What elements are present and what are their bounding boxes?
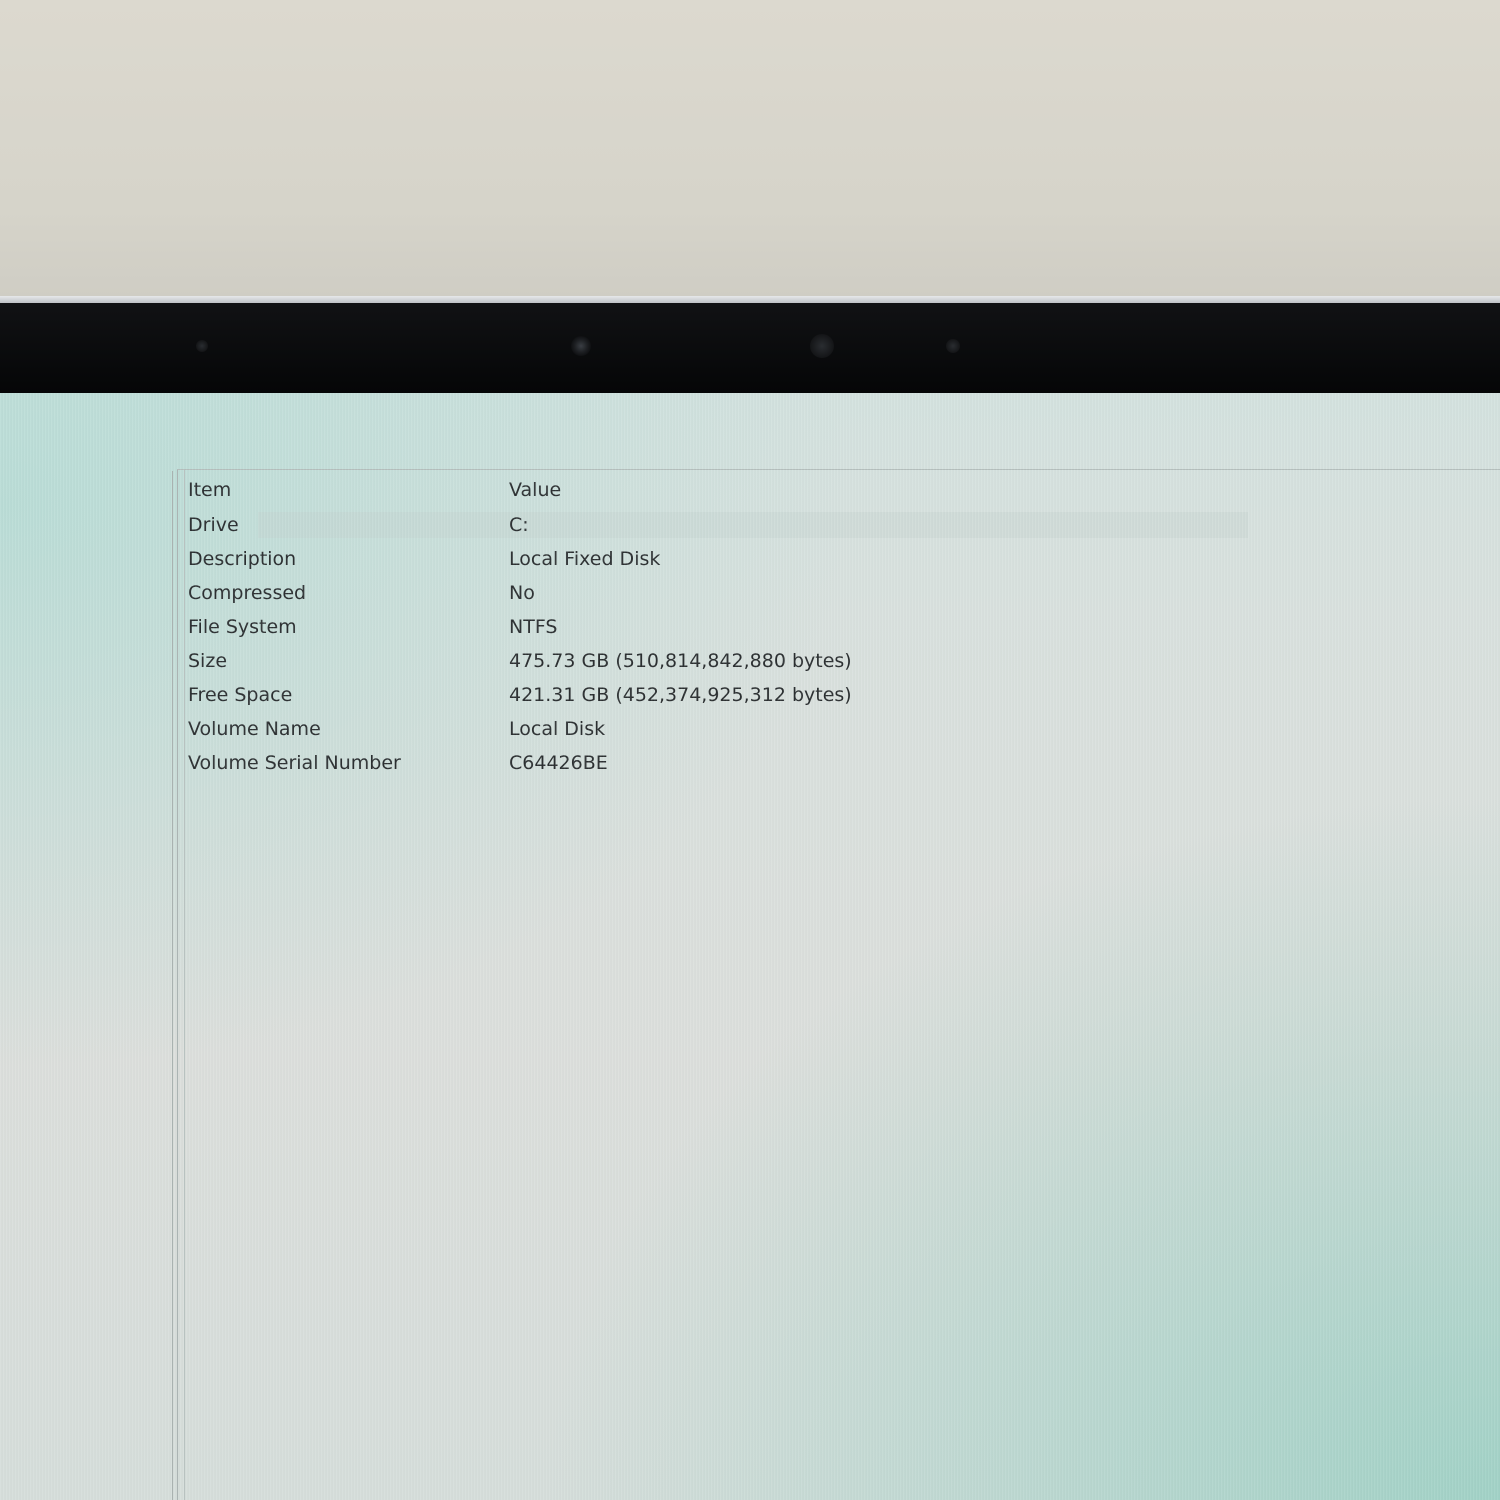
table-row-volume-name[interactable]: Volume Name Local Disk xyxy=(178,712,1478,746)
screen: Item Value Drive C: Description Local Fi… xyxy=(0,393,1500,1500)
column-header-value[interactable]: Value xyxy=(509,473,561,507)
row-item-label: Drive xyxy=(188,514,239,536)
table-row-description[interactable]: Description Local Fixed Disk xyxy=(178,542,1478,576)
row-item-label: File System xyxy=(188,616,297,638)
system-summary-tree-pane[interactable] xyxy=(0,471,173,1500)
table-row-volume-serial-number[interactable]: Volume Serial Number C64426BE xyxy=(178,746,1478,780)
background-wall xyxy=(0,0,1500,298)
ir-sensor xyxy=(810,334,834,358)
details-list-view[interactable]: Item Value Drive C: Description Local Fi… xyxy=(177,469,1500,1500)
table-row-free-space[interactable]: Free Space 421.31 GB (452,374,925,312 by… xyxy=(178,678,1478,712)
row-value: C: xyxy=(509,514,529,536)
table-row-file-system[interactable]: File System NTFS xyxy=(178,610,1478,644)
monitor-bezel xyxy=(0,303,1500,393)
webcam-lens xyxy=(571,336,591,356)
row-item-label: Size xyxy=(188,650,228,672)
row-item-label: Compressed xyxy=(188,582,307,604)
row-item-label: Volume Name xyxy=(188,718,321,740)
column-header-item[interactable]: Item xyxy=(188,473,231,507)
indicator-sensor xyxy=(946,339,960,353)
table-row-compressed[interactable]: Compressed No xyxy=(178,576,1478,610)
ambient-light-sensor xyxy=(196,340,208,352)
list-header: Item Value xyxy=(178,473,1478,507)
row-value: NTFS xyxy=(509,616,558,638)
row-value: Local Disk xyxy=(509,718,606,740)
row-item-label: Volume Serial Number xyxy=(188,752,401,774)
row-value: Local Fixed Disk xyxy=(509,548,661,570)
row-item-label: Free Space xyxy=(188,684,293,706)
row-item-label: Description xyxy=(188,548,297,570)
row-value: No xyxy=(509,582,535,604)
row-value: 421.31 GB (452,374,925,312 bytes) xyxy=(509,684,852,706)
table-row-drive[interactable]: Drive C: xyxy=(178,508,1478,542)
table-row-size[interactable]: Size 475.73 GB (510,814,842,880 bytes) xyxy=(178,644,1478,678)
row-value: 475.73 GB (510,814,842,880 bytes) xyxy=(509,650,852,672)
row-value: C64426BE xyxy=(509,752,608,774)
